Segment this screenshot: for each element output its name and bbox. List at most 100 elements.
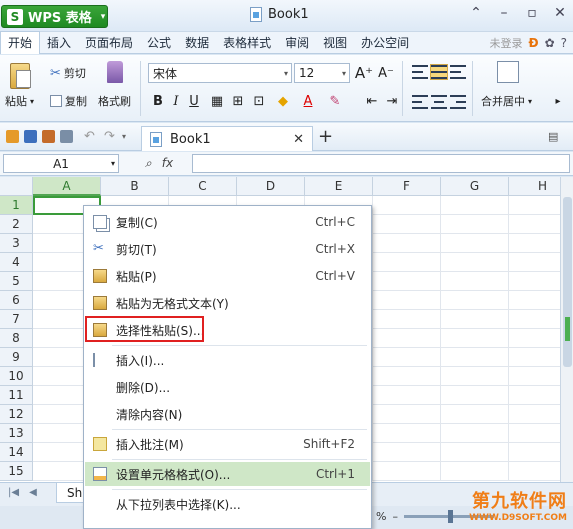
grid-cell[interactable] (441, 367, 509, 386)
settings-icon[interactable]: ✿ (545, 36, 555, 50)
align-right-icon[interactable] (450, 95, 466, 109)
close-tab-icon[interactable]: ✕ (293, 132, 304, 147)
print-icon[interactable] (42, 130, 55, 143)
grid-cell[interactable] (373, 367, 441, 386)
grid-cell[interactable] (441, 348, 509, 367)
row-header[interactable]: 9 (0, 348, 33, 367)
grid-cell[interactable] (373, 253, 441, 272)
paste-dropdown[interactable]: 粘贴 ▾ (5, 93, 34, 109)
align-left-icon[interactable] (412, 95, 428, 109)
paste-button[interactable] (10, 63, 31, 89)
format-painter-button[interactable] (107, 61, 123, 83)
open-icon[interactable] (6, 130, 19, 143)
grid-cell[interactable] (373, 386, 441, 405)
outdent-icon[interactable]: ⇥ (384, 92, 400, 110)
grid-cell[interactable] (373, 462, 441, 481)
grid-cell[interactable] (509, 272, 560, 291)
row-header[interactable]: 12 (0, 405, 33, 424)
column-header[interactable]: D (237, 177, 305, 196)
prev-sheet-icon[interactable]: ◀ (29, 487, 37, 498)
column-header[interactable]: A (33, 177, 101, 196)
app-menu-button[interactable]: S WPS 表格 ▾ (1, 5, 108, 28)
grid-cell[interactable] (373, 424, 441, 443)
row-header[interactable]: 2 (0, 215, 33, 234)
menu-item-copy[interactable]: 复制(C) Ctrl+C (85, 210, 370, 234)
grid-cell[interactable] (441, 386, 509, 405)
tab-home[interactable]: 开始 (0, 31, 41, 54)
underline-button[interactable]: U (186, 92, 202, 110)
fill-color-icon[interactable]: ◆ (275, 92, 291, 110)
tab-review[interactable]: 审阅 (278, 32, 316, 54)
menu-item-delete[interactable]: 删除(D)... (85, 375, 370, 399)
grid-cell[interactable] (373, 196, 441, 215)
customize-dropdown-icon[interactable]: ▾ (122, 130, 135, 143)
align-center-icon[interactable] (431, 95, 447, 109)
menu-item-insert[interactable]: 插入(I)... (85, 348, 370, 372)
menu-item-cut[interactable]: ✂ 剪切(T) Ctrl+X (85, 237, 370, 261)
row-header[interactable]: 8 (0, 329, 33, 348)
row-header[interactable]: 11 (0, 386, 33, 405)
indent-icon[interactable]: ⇤ (364, 92, 380, 110)
align-top-icon[interactable] (412, 65, 428, 79)
menu-item-clear-contents[interactable]: 清除内容(N) (85, 402, 370, 426)
menu-item-format-cells[interactable]: 设置单元格格式(O)... Ctrl+1 (85, 462, 370, 486)
scrollbar-thumb[interactable] (563, 197, 572, 367)
merge-center-icon-btn[interactable] (497, 61, 519, 83)
merge-cells-icon[interactable]: ⊞ (230, 92, 246, 110)
column-header[interactable]: H (509, 177, 560, 196)
grid-cell[interactable] (441, 443, 509, 462)
menu-item-paste-plain-text[interactable]: 粘贴为无格式文本(Y) (85, 291, 370, 315)
grid-cell[interactable] (441, 462, 509, 481)
formula-input[interactable] (192, 154, 570, 173)
menu-item-paste[interactable]: 粘贴(P) Ctrl+V (85, 264, 370, 288)
grid-cell[interactable] (373, 272, 441, 291)
align-middle-icon[interactable] (430, 64, 448, 80)
tab-formulas[interactable]: 公式 (140, 32, 178, 54)
grid-cell[interactable] (441, 253, 509, 272)
grid-cell[interactable] (441, 329, 509, 348)
eraser-icon[interactable]: ✎ (327, 92, 343, 110)
column-header[interactable]: B (101, 177, 169, 196)
italic-button[interactable]: I (168, 92, 184, 110)
merge-center-button[interactable]: 合并居中 ▾ (481, 93, 532, 109)
doc-tab-book1[interactable]: Book1 ✕ (141, 126, 313, 151)
grid-cell[interactable] (509, 310, 560, 329)
grid-cell[interactable] (373, 310, 441, 329)
tab-insert[interactable]: 插入 (40, 32, 78, 54)
grid-cell[interactable] (373, 234, 441, 253)
tab-menu-icon[interactable]: ▤ (548, 130, 561, 143)
chevron-right-icon[interactable]: ▸ (550, 92, 566, 110)
row-header[interactable]: 10 (0, 367, 33, 386)
ribbon-collapse-icon[interactable]: ⌃ (467, 5, 485, 21)
name-box[interactable]: A1 ▾ (3, 154, 119, 173)
border-icon[interactable]: ▦ (209, 92, 225, 110)
format-painter-label-btn[interactable]: 格式刷 (98, 93, 131, 109)
font-size-select[interactable]: 12 ▾ (294, 63, 350, 83)
row-header[interactable]: 1 (0, 196, 33, 215)
grid-cell[interactable] (373, 291, 441, 310)
grid-cell[interactable] (509, 348, 560, 367)
search-icon[interactable]: ⌕ (145, 156, 152, 171)
grid-cell[interactable] (509, 253, 560, 272)
print-preview-icon[interactable] (60, 130, 73, 143)
grid-cell[interactable] (441, 291, 509, 310)
menu-item-pick-from-list[interactable]: 从下拉列表中选择(K)... (85, 492, 370, 516)
grid-cell[interactable] (441, 196, 509, 215)
row-header[interactable]: 14 (0, 443, 33, 462)
undo-icon[interactable]: ↶ (84, 130, 97, 143)
help-icon[interactable]: ? (561, 36, 567, 50)
grid-cell[interactable] (373, 443, 441, 462)
close-icon[interactable]: ✕ (551, 5, 569, 21)
row-header[interactable]: 13 (0, 424, 33, 443)
bold-button[interactable]: B (150, 92, 166, 110)
row-header[interactable]: 15 (0, 462, 33, 481)
grid-cell[interactable] (509, 215, 560, 234)
row-header[interactable]: 5 (0, 272, 33, 291)
grid-cell[interactable] (509, 424, 560, 443)
tab-page-layout[interactable]: 页面布局 (78, 32, 140, 54)
tab-data[interactable]: 数据 (178, 32, 216, 54)
grid-cell[interactable] (509, 405, 560, 424)
font-color-icon[interactable]: A (300, 92, 316, 110)
grid-cell[interactable] (441, 234, 509, 253)
grid-cell[interactable] (373, 348, 441, 367)
